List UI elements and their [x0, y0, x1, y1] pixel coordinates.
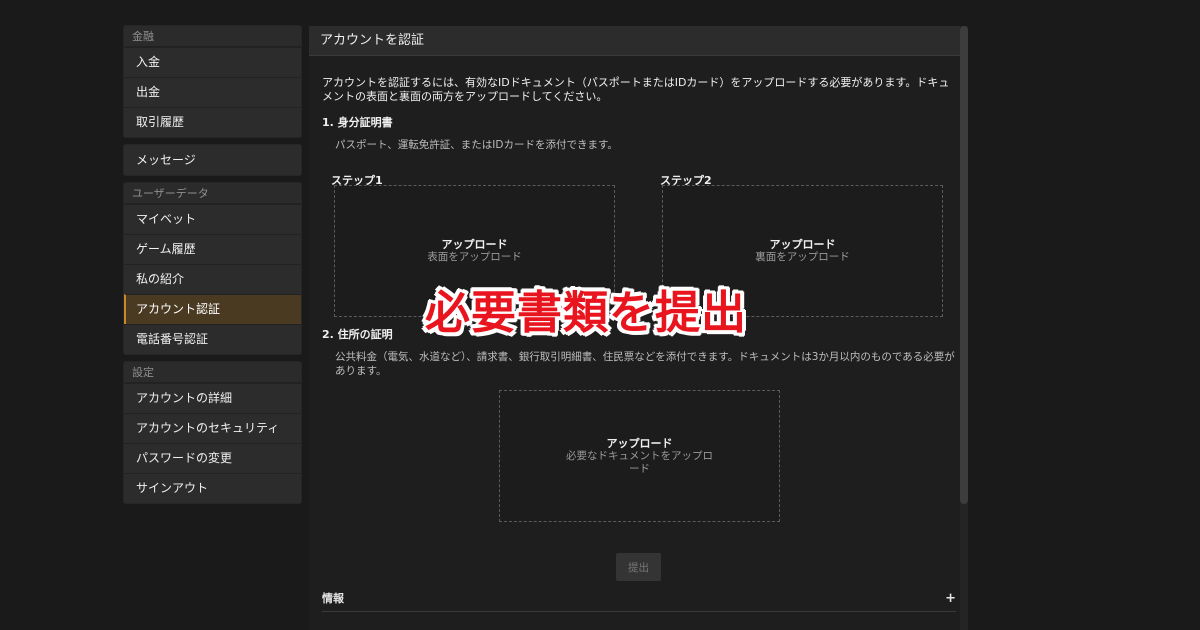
sidebar-item-messages[interactable]: メッセージ: [124, 145, 301, 175]
sidebar-group-finance: 金融 入金 出金 取引履歴: [124, 26, 301, 137]
sidebar-item-referral[interactable]: 私の紹介: [124, 264, 301, 294]
sidebar-item-my-bets[interactable]: マイベット: [124, 204, 301, 234]
section-desc-identity: パスポート、運転免許証、またはIDカードを添付できます。: [335, 139, 618, 151]
upload-address-title: アップロード: [606, 436, 673, 450]
intro-text: アカウントを認証するには、有効なIDドキュメント（パスポートまたはIDカード）を…: [322, 76, 950, 103]
sidebar-item-withdraw[interactable]: 出金: [124, 77, 301, 107]
sidebar-group-label-user-data: ユーザーデータ: [124, 183, 301, 204]
upload-address-dropzone[interactable]: アップロード 必要なドキュメントをアップロード: [499, 390, 780, 522]
section-title-address: 2. 住所の証明: [322, 328, 393, 341]
sidebar-item-account-verification[interactable]: アカウント認証: [124, 294, 301, 324]
upload-back-sub: 裏面をアップロード: [755, 251, 850, 263]
section-title-identity: 1. 身分証明書: [322, 116, 393, 129]
sidebar-group-messages: メッセージ: [124, 145, 301, 175]
upload-front-title: アップロード: [441, 238, 508, 251]
info-label: 情報: [322, 592, 344, 605]
info-accordion[interactable]: 情報 +: [322, 587, 956, 612]
sidebar-item-transaction-history[interactable]: 取引履歴: [124, 107, 301, 137]
sidebar-item-deposit[interactable]: 入金: [124, 47, 301, 77]
sidebar-item-account-security[interactable]: アカウントのセキュリティ: [124, 413, 301, 443]
upload-address-sub: 必要なドキュメントをアップロード: [566, 449, 713, 475]
content: アカウントを認証するには、有効なIDドキュメント（パスポートまたはIDカード）を…: [322, 76, 955, 152]
sidebar-item-phone-verification[interactable]: 電話番号認証: [124, 324, 301, 354]
scrollbar-thumb[interactable]: [960, 26, 968, 504]
section-desc-address: 公共料金（電気、水道など）、請求書、銀行取引明細書、住民票などを添付できます。ド…: [335, 351, 955, 377]
sidebar-group-user-data: ユーザーデータ マイベット ゲーム履歴 私の紹介 アカウント認証 電話番号認証: [124, 183, 301, 354]
sidebar-group-label-finance: 金融: [124, 26, 301, 47]
page-title: アカウントを認証: [309, 26, 968, 56]
upload-back-title: アップロード: [769, 238, 836, 251]
plus-icon[interactable]: +: [945, 587, 956, 611]
sidebar-group-label-settings: 設定: [124, 362, 301, 383]
sidebar-item-change-password[interactable]: パスワードの変更: [124, 443, 301, 473]
submit-button[interactable]: 提出: [616, 553, 661, 581]
sidebar-item-game-history[interactable]: ゲーム履歴: [124, 234, 301, 264]
upload-front-sub: 表面をアップロード: [427, 251, 522, 263]
sidebar-group-settings: 設定 アカウントの詳細 アカウントのセキュリティ パスワードの変更 サインアウト: [124, 362, 301, 503]
sidebar-item-account-details[interactable]: アカウントの詳細: [124, 383, 301, 413]
sidebar: 金融 入金 出金 取引履歴 メッセージ ユーザーデータ マイベット ゲーム履歴 …: [124, 26, 301, 511]
overlay-caption: 必要書類を提出: [425, 286, 748, 339]
sidebar-item-sign-out[interactable]: サインアウト: [124, 473, 301, 503]
